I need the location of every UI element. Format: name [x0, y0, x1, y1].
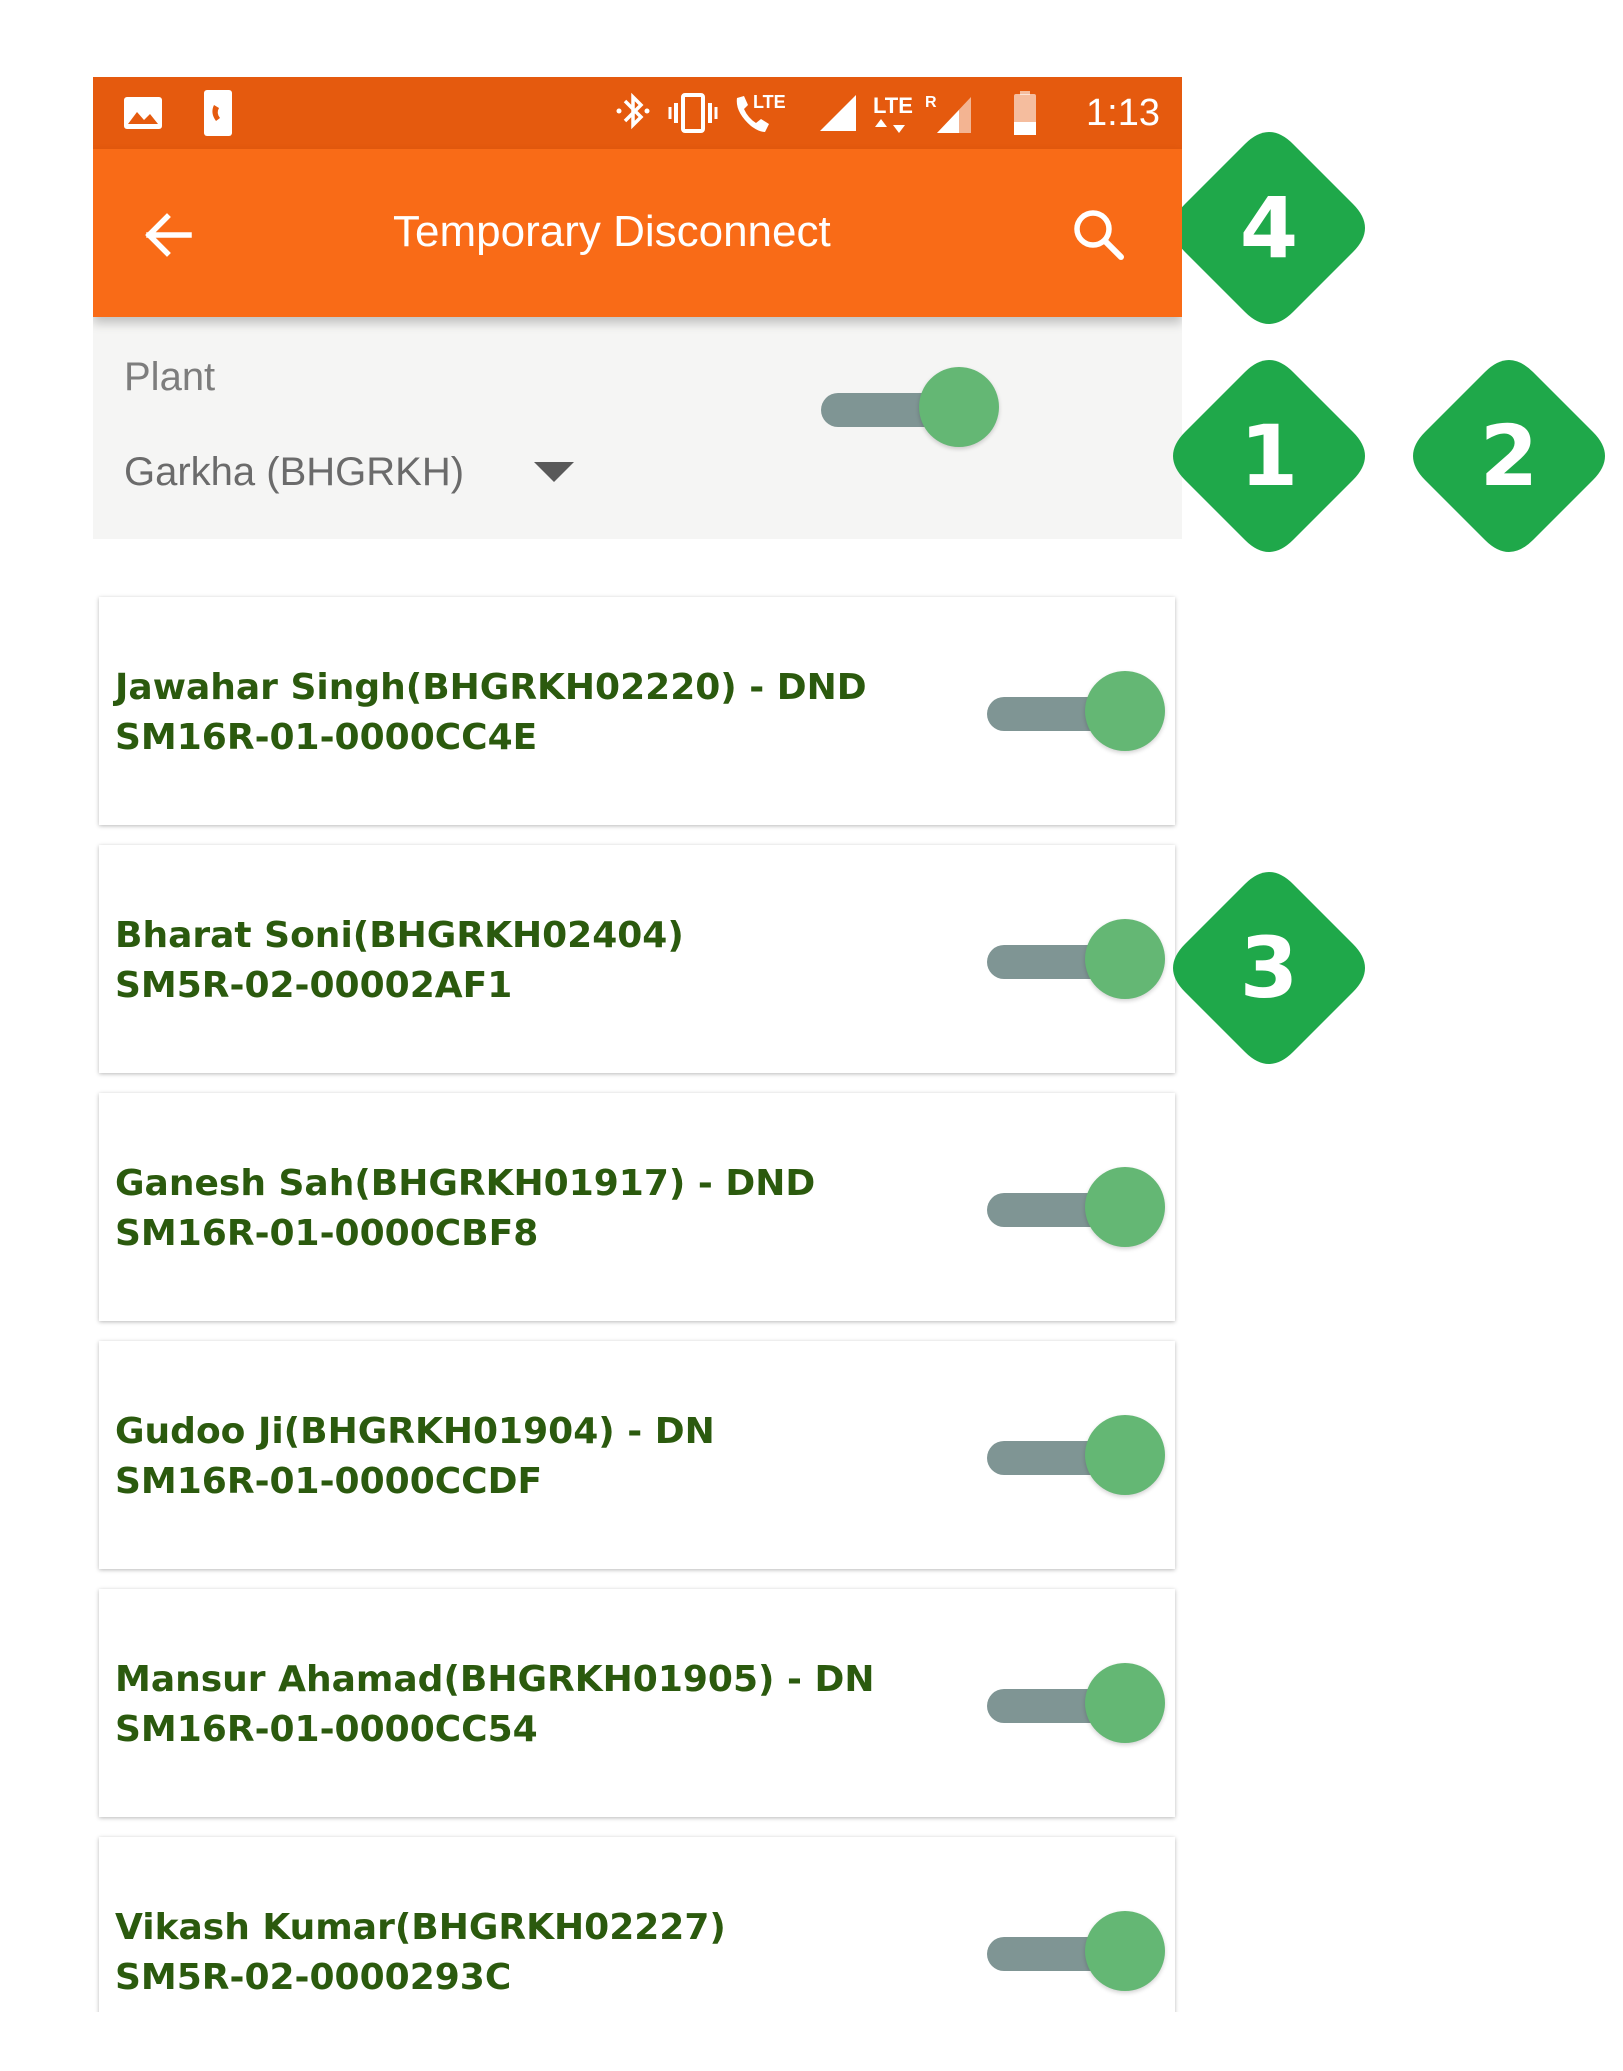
- svg-text:R: R: [925, 94, 937, 111]
- search-icon: [1074, 210, 1124, 260]
- arrow-back-icon: [145, 213, 192, 257]
- plant-filter-panel: Plant Garkha (BHGRKH): [93, 317, 1182, 539]
- consumer-toggle[interactable]: [987, 1415, 1165, 1495]
- callout-label: 1: [1239, 407, 1299, 505]
- consumer-card[interactable]: Bharat Soni(BHGRKH02404) SM5R-02-00002AF…: [99, 845, 1175, 1073]
- image-icon: [123, 77, 163, 149]
- consumer-name: Vikash Kumar(BHGRKH02227): [115, 1907, 726, 1948]
- consumer-name: Bharat Soni(BHGRKH02404): [115, 915, 684, 956]
- lte-data-icon: LTE: [871, 77, 919, 149]
- toggle-thumb: [1085, 919, 1165, 999]
- page-title: Temporary Disconnect: [393, 207, 831, 256]
- status-time: 1:13: [1086, 91, 1160, 134]
- status-bar: LTE LTE R 1:13: [93, 77, 1182, 149]
- consumer-card[interactable]: Jawahar Singh(BHGRKH02220) - DND SM16R-0…: [99, 597, 1175, 825]
- bluetooth-icon: [613, 77, 653, 149]
- roaming-signal-icon: R: [925, 77, 975, 149]
- consumer-toggle[interactable]: [987, 1911, 1165, 1991]
- plant-dropdown[interactable]: Garkha (BHGRKH): [124, 442, 575, 502]
- select-all-toggle[interactable]: [821, 367, 999, 447]
- battery-low-icon: [1013, 77, 1037, 149]
- consumer-toggle[interactable]: [987, 1167, 1165, 1247]
- toggle-thumb: [1085, 1911, 1165, 1991]
- plant-selected-value: Garkha (BHGRKH): [124, 449, 465, 494]
- svg-text:LTE: LTE: [873, 93, 913, 118]
- meter-id: SM16R-01-0000CC54: [115, 1709, 538, 1750]
- vibrate-icon: [668, 77, 718, 149]
- toggle-thumb: [1085, 1663, 1165, 1743]
- callout-label: 3: [1239, 919, 1299, 1017]
- phone-screen-icon: [203, 77, 233, 149]
- consumer-name: Gudoo Ji(BHGRKH01904) - DN: [115, 1411, 715, 1452]
- toggle-thumb: [1085, 1167, 1165, 1247]
- consumer-toggle[interactable]: [987, 919, 1165, 999]
- plant-label: Plant: [124, 355, 216, 399]
- consumer-toggle[interactable]: [987, 671, 1165, 751]
- app-bar: Temporary Disconnect: [93, 149, 1182, 317]
- callout-label: 4: [1239, 179, 1299, 277]
- toggle-thumb: [1085, 671, 1165, 751]
- meter-id: SM16R-01-0000CBF8: [115, 1213, 539, 1254]
- callout-badge: 4: [1169, 128, 1369, 328]
- consumer-name: Mansur Ahamad(BHGRKH01905) - DN: [115, 1659, 875, 1700]
- consumer-card[interactable]: Gudoo Ji(BHGRKH01904) - DN SM16R-01-0000…: [99, 1341, 1175, 1569]
- callout-badge: 1: [1169, 356, 1369, 556]
- consumer-card[interactable]: Mansur Ahamad(BHGRKH01905) - DN SM16R-01…: [99, 1589, 1175, 1817]
- app-screen: LTE LTE R 1:13 Temporary Disconnect Plan…: [93, 77, 1182, 2012]
- callout-badge: 3: [1169, 868, 1369, 1068]
- meter-id: SM5R-02-0000293C: [115, 1957, 512, 1998]
- search-button[interactable]: [1063, 199, 1135, 271]
- consumer-name: Ganesh Sah(BHGRKH01917) - DND: [115, 1163, 816, 1204]
- callout-badge: 2: [1409, 356, 1609, 556]
- consumer-card[interactable]: Ganesh Sah(BHGRKH01917) - DND SM16R-01-0…: [99, 1093, 1175, 1321]
- back-button[interactable]: [133, 199, 205, 271]
- volte-call-icon: LTE: [731, 77, 791, 149]
- consumer-card[interactable]: Vikash Kumar(BHGRKH02227) SM5R-02-000029…: [99, 1837, 1175, 2012]
- consumer-name: Jawahar Singh(BHGRKH02220) - DND: [115, 667, 867, 708]
- toggle-thumb: [1085, 1415, 1165, 1495]
- signal-icon: [818, 77, 858, 149]
- consumer-toggle[interactable]: [987, 1663, 1165, 1743]
- meter-id: SM16R-01-0000CC4E: [115, 717, 538, 758]
- meter-id: SM5R-02-00002AF1: [115, 965, 513, 1006]
- meter-id: SM16R-01-0000CCDF: [115, 1461, 543, 1502]
- dropdown-arrow-icon: [534, 462, 575, 482]
- svg-text:LTE: LTE: [753, 92, 786, 112]
- toggle-thumb: [919, 367, 999, 447]
- callout-label: 2: [1479, 407, 1539, 505]
